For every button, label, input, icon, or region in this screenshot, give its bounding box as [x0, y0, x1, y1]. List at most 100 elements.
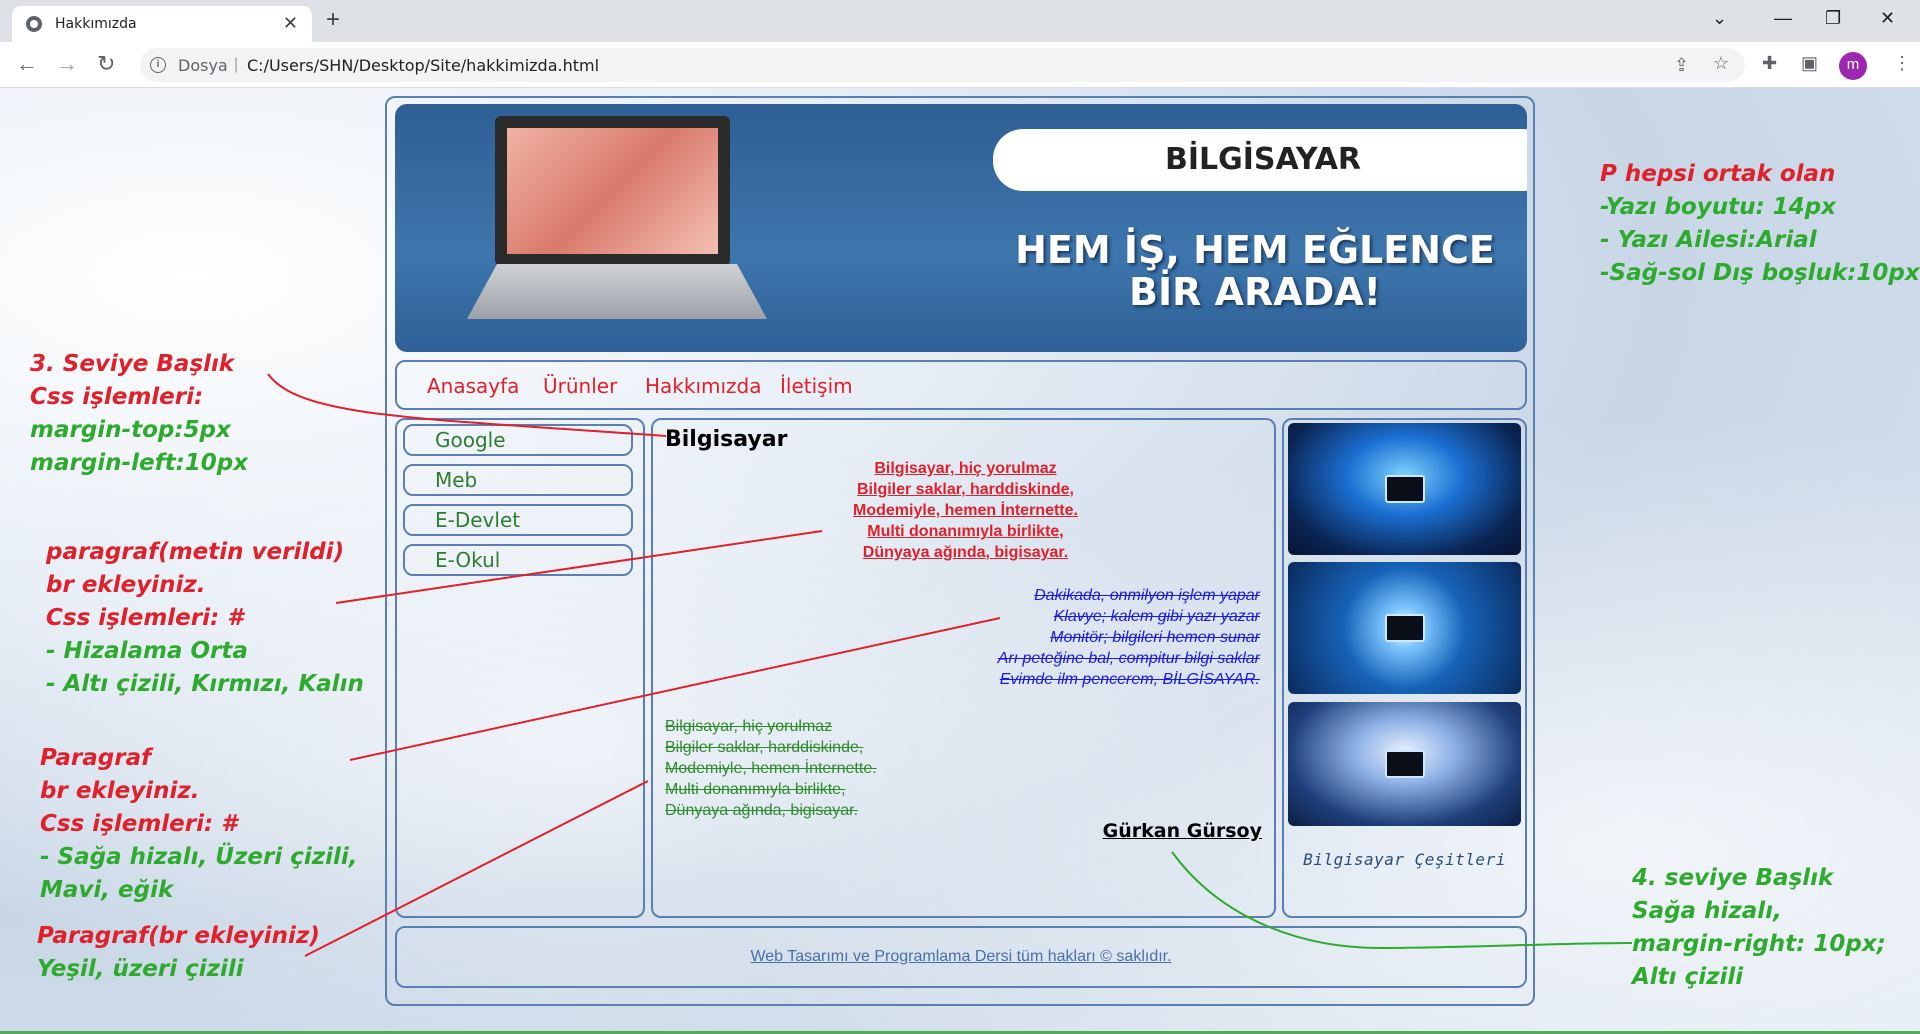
annotation-line: P hepsi ortak olan [1600, 161, 1836, 187]
footer-copyright[interactable]: Web Tasarımı ve Programlama Dersi tüm ha… [397, 948, 1525, 966]
nav-link-iletisim[interactable]: İletişim [780, 374, 853, 398]
poem-line: Arı peteğine bal, compitur bilgi saklar [997, 650, 1260, 667]
tab-title: Hakkımızda [55, 16, 137, 32]
sidebar-link-edevlet[interactable]: E-Devlet [403, 504, 633, 536]
banner-slogan-line: BİR ARADA! [1129, 270, 1381, 314]
poem-line: Multi donanımıyla birlikte, [867, 523, 1064, 540]
nav-link-urunler[interactable]: Ürünler [543, 374, 617, 398]
annotation-line: - Sağa hizalı, Üzeri çizili, [40, 844, 358, 870]
annotation-line: Yeşil, üzeri çizili [37, 956, 244, 982]
poem-line: Dünyaya ağında, bigisayar. [862, 544, 1069, 561]
banner-slogan-line: HEM İŞ, HEM EĞLENCE [1015, 228, 1495, 272]
poem-line: Evimde ilm pencerem, BİLGİSAYAR. [999, 671, 1260, 688]
header-banner: BİLGİSAYAR HEM İŞ, HEM EĞLENCE BİR ARADA… [395, 104, 1527, 352]
star-icon[interactable]: ☆ [1713, 53, 1729, 74]
menu-icon[interactable]: ⋮ [1893, 53, 1911, 74]
annotation-line: br ekleyiniz. [40, 778, 200, 804]
annotation-h3: 3. Seviye Başlık Css işlemleri: margin-t… [30, 348, 248, 480]
address-url[interactable]: C:/Users/SHN/Desktop/Site/hakkimizda.htm… [247, 56, 599, 75]
back-icon[interactable]: ← [16, 51, 38, 77]
browser-toolbar: ← → ↻ i Dosya | C:/Users/SHN/Desktop/Sit… [0, 42, 1920, 88]
poem-line: Modemiyle, hemen İnternette. [853, 502, 1078, 519]
cloud-server-image [1288, 702, 1521, 826]
nav-link-anasayfa[interactable]: Anasayfa [427, 374, 519, 398]
annotation-line: Altı çizili [1632, 964, 1744, 990]
restore-icon[interactable]: ❐ [1825, 8, 1841, 29]
info-icon[interactable]: i [150, 57, 166, 73]
annotation-line: margin-left:10px [30, 450, 249, 476]
poem-line: Bilgisayar, hiç yorulmaz [874, 460, 1057, 477]
poem-line: Modemiyle, hemen İnternette. [665, 760, 877, 777]
poem-line: Bilgiler saklar, harddiskinde, [857, 481, 1074, 498]
tab-strip: Hakkımızda ✕ + ⌄ — ❐ ✕ [0, 0, 1920, 42]
forward-icon[interactable]: → [56, 51, 78, 77]
annotation-line: paragraf(metin verildi) [46, 539, 345, 565]
window-close-icon[interactable]: ✕ [1880, 8, 1895, 29]
banner-slogan: HEM İŞ, HEM EĞLENCE BİR ARADA! [995, 229, 1515, 313]
address-separator: | [234, 56, 239, 73]
annotation-line: br ekleyiniz. [46, 572, 206, 598]
sidepanel-icon[interactable]: ▣ [1801, 53, 1818, 74]
laptop-keyboard-illustration [467, 264, 767, 319]
page-viewport: BİLGİSAYAR HEM İŞ, HEM EĞLENCE BİR ARADA… [0, 88, 1920, 1034]
content-heading: Bilgisayar [665, 427, 788, 452]
annotation-line: Css işlemleri: [30, 384, 204, 410]
author-heading: Gürkan Gürsoy [1102, 820, 1262, 842]
poem-line: Klavye; kalem gibi yazı yazar [1053, 608, 1260, 625]
tab-search-icon[interactable]: ⌄ [1712, 8, 1727, 29]
extensions-icon[interactable]: ✚ [1762, 53, 1777, 74]
right-column-caption: Bilgisayar Çeşitleri [1303, 850, 1506, 869]
annotation-line: -Yazı boyutu: 14px [1600, 194, 1836, 220]
banner-title: BİLGİSAYAR [1164, 142, 1362, 177]
annotation-line: Mavi, eğik [40, 877, 174, 903]
sidebar-links: Google Meb E-Devlet E-Okul [395, 418, 645, 918]
reload-icon[interactable]: ↻ [97, 51, 115, 77]
poem-line: Bilgisayar, hiç yorulmaz [665, 718, 833, 735]
sidebar-link-eokul[interactable]: E-Okul [403, 544, 633, 576]
poem-line: Multi donanımıyla birlikte, [665, 781, 846, 798]
page-footer: Web Tasarımı ve Programlama Dersi tüm ha… [395, 926, 1527, 988]
laptop-illustration [495, 116, 730, 266]
annotation-line: Css işlemleri: # [46, 605, 244, 631]
annotation-p1: paragraf(metin verildi) br ekleyiniz. Cs… [46, 536, 364, 701]
annotation-line: margin-top:5px [30, 417, 231, 443]
poem-green: Bilgisayar, hiç yorulmaz Bilgiler saklar… [665, 716, 1065, 821]
annotation-p2: Paragraf br ekleyiniz. Css işlemleri: # … [40, 742, 358, 907]
poem-centered-red: Bilgisayar, hiç yorulmaz Bilgiler saklar… [663, 458, 1268, 563]
sidebar-link-google[interactable]: Google [403, 424, 633, 456]
annotation-line: Paragraf [40, 745, 152, 771]
address-scheme-label: Dosya [178, 56, 228, 75]
close-icon[interactable]: ✕ [283, 13, 298, 34]
annotation-line: - Yazı Ailesi:Arial [1600, 227, 1817, 253]
annotation-line: 4. seviye Başlık [1632, 865, 1834, 891]
avatar[interactable]: m [1839, 52, 1867, 80]
globe-icon [26, 16, 42, 32]
poem-line: Monitör; bilgileri hemen sunar [1050, 629, 1260, 646]
new-tab-button[interactable]: + [326, 6, 340, 34]
annotation-line: - Hizalama Orta [46, 638, 248, 664]
annotation-line: margin-right: 10px; [1632, 931, 1886, 957]
site-container: BİLGİSAYAR HEM İŞ, HEM EĞLENCE BİR ARADA… [385, 96, 1535, 1006]
share-icon[interactable]: ⇪ [1674, 55, 1689, 76]
annotation-line: Paragraf(br ekleyiniz) [37, 923, 320, 949]
poem-line: Dakikada, onmilyon işlem yapar [1034, 587, 1260, 604]
annotation-line: Css işlemleri: # [40, 811, 238, 837]
annotation-line: 3. Seviye Başlık [30, 351, 235, 377]
right-column: Bilgisayar Çeşitleri [1282, 418, 1527, 918]
poem-line: Dünyaya ağında, bigisayar. [665, 802, 859, 819]
poem-line: Bilgiler saklar, harddiskinde, [665, 739, 864, 756]
network-image [1288, 423, 1521, 555]
browser-tab[interactable]: Hakkımızda ✕ [12, 6, 312, 42]
annotation-line: -Sağ-sol Dış boşluk:10px [1600, 260, 1920, 286]
annotation-p-common: P hepsi ortak olan -Yazı boyutu: 14px - … [1600, 158, 1920, 290]
annotation-h4: 4. seviye Başlık Sağa hizalı, margin-rig… [1632, 862, 1886, 994]
annotation-line: Sağa hizalı, [1632, 898, 1782, 924]
nav-link-hakkimizda[interactable]: Hakkımızda [645, 374, 762, 398]
minimize-icon[interactable]: — [1774, 8, 1792, 29]
sidebar-link-meb[interactable]: Meb [403, 464, 633, 496]
address-bar[interactable]: i Dosya | C:/Users/SHN/Desktop/Site/hakk… [140, 48, 1745, 82]
annotation-line: - Altı çizili, Kırmızı, Kalın [46, 671, 364, 697]
main-nav: Anasayfa Ürünler Hakkımızda İletişim [395, 360, 1527, 410]
main-content: Bilgisayar Bilgisayar, hiç yorulmaz Bilg… [651, 418, 1276, 918]
annotation-p3: Paragraf(br ekleyiniz) Yeşil, üzeri çizi… [37, 920, 320, 986]
